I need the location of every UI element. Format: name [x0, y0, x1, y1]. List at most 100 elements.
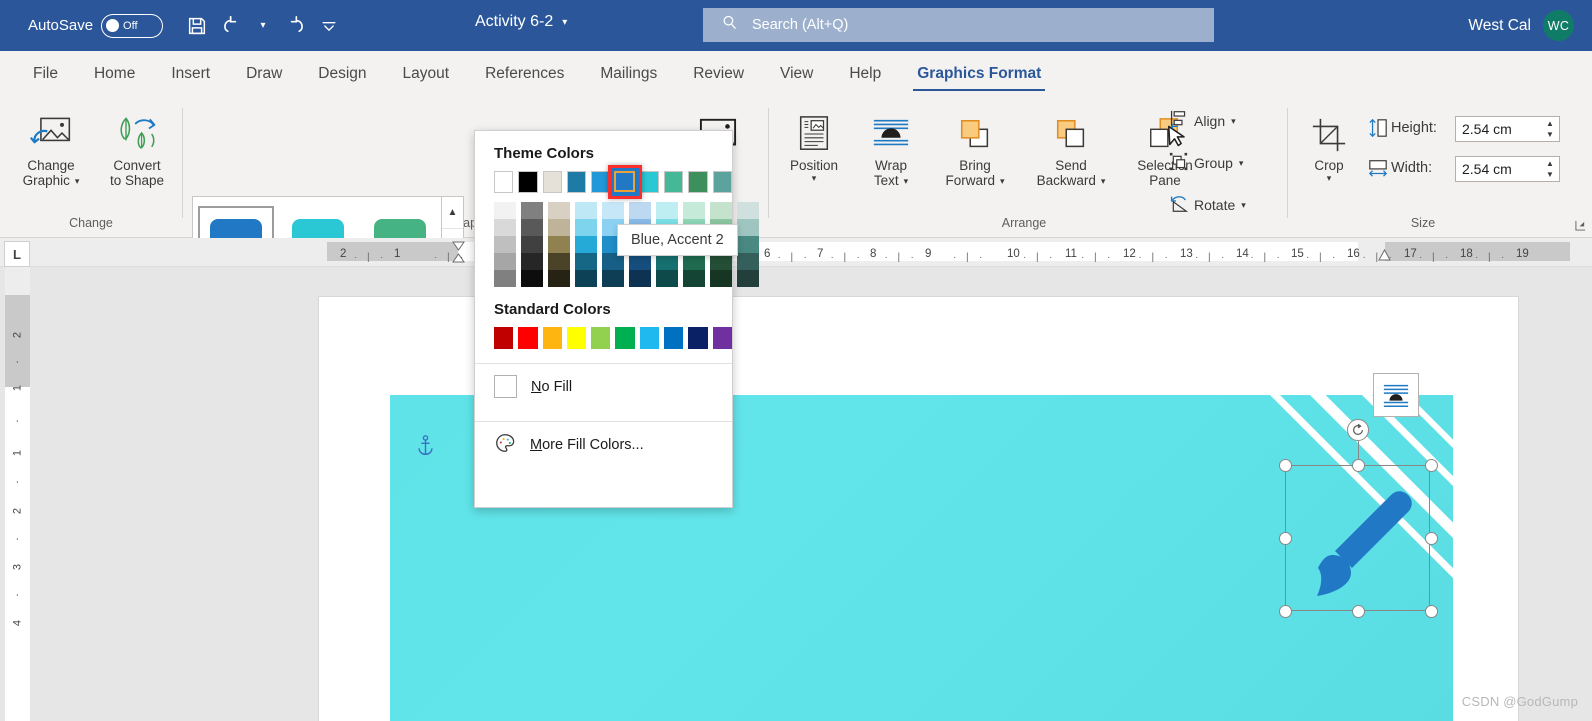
theme-tint-swatch-9-3[interactable]: [737, 253, 759, 270]
tab-help[interactable]: Help: [831, 51, 899, 96]
tab-review[interactable]: Review: [675, 51, 762, 96]
theme-tint-swatch-1-3[interactable]: [521, 253, 543, 270]
theme-tint-swatch-3-2[interactable]: [575, 236, 597, 253]
theme-tint-swatch-0-2[interactable]: [494, 236, 516, 253]
theme-tint-swatch-0-0[interactable]: [494, 202, 516, 219]
avatar[interactable]: WC: [1543, 10, 1574, 41]
theme-tint-swatch-7-0[interactable]: [683, 202, 705, 219]
theme-tint-swatch-1-0[interactable]: [521, 202, 543, 219]
autosave-toggle[interactable]: Off: [101, 13, 164, 38]
chevron-down-icon[interactable]: ▾: [1101, 176, 1106, 186]
crop-button[interactable]: Crop ▾: [1301, 108, 1357, 183]
chevron-down-icon[interactable]: ▾: [904, 176, 909, 186]
theme-color-swatch-9[interactable]: [712, 171, 732, 193]
theme-color-swatch-0[interactable]: [494, 171, 514, 193]
resize-handle-bottom-left[interactable]: [1279, 605, 1292, 618]
theme-tint-swatch-3-1[interactable]: [575, 219, 597, 236]
resize-handle-top-right[interactable]: [1425, 459, 1438, 472]
resize-handle-top-left[interactable]: [1279, 459, 1292, 472]
right-indent-marker[interactable]: [1378, 248, 1391, 267]
position-button[interactable]: Position ▾: [778, 108, 850, 183]
standard-color-swatch-9[interactable]: [712, 327, 732, 349]
standard-color-swatch-1[interactable]: [518, 327, 538, 349]
no-fill-menu-item[interactable]: No Fill: [475, 364, 732, 409]
tab-home[interactable]: Home: [76, 51, 153, 96]
resize-handle-bottom-center[interactable]: [1352, 605, 1365, 618]
bring-forward-button[interactable]: Bring Forward ▾: [929, 108, 1021, 188]
rotate-button[interactable]: Rotate ▾: [1169, 194, 1246, 216]
customize-qat-icon[interactable]: [312, 9, 346, 43]
theme-tint-swatch-4-4[interactable]: [602, 270, 624, 287]
wrap-text-button[interactable]: Wrap Text ▾: [855, 108, 927, 188]
stepper-down-icon[interactable]: ▼: [1546, 170, 1554, 179]
chevron-down-icon[interactable]: ▾: [1000, 176, 1005, 186]
resize-handle-middle-right[interactable]: [1425, 532, 1438, 545]
standard-color-swatch-0[interactable]: [494, 327, 514, 349]
chevron-down-icon[interactable]: ▾: [1231, 116, 1236, 127]
theme-tint-swatch-5-0[interactable]: [629, 202, 651, 219]
chevron-down-icon[interactable]: ▾: [1327, 173, 1332, 183]
standard-color-swatch-4[interactable]: [591, 327, 611, 349]
theme-color-swatch-2[interactable]: [542, 171, 562, 193]
align-button[interactable]: Align ▾: [1169, 110, 1236, 132]
theme-tint-swatch-9-4[interactable]: [737, 270, 759, 287]
selection-frame[interactable]: [1279, 419, 1438, 618]
tab-insert[interactable]: Insert: [153, 51, 228, 96]
theme-tint-swatch-9-2[interactable]: [737, 236, 759, 253]
standard-color-swatch-5[interactable]: [615, 327, 635, 349]
standard-color-swatch-6[interactable]: [639, 327, 660, 349]
theme-color-swatch-1[interactable]: [518, 171, 538, 193]
tab-file[interactable]: File: [15, 51, 76, 96]
save-icon[interactable]: [180, 9, 214, 43]
theme-tint-swatch-5-4[interactable]: [629, 270, 651, 287]
redo-icon[interactable]: [275, 9, 309, 43]
horizontal-ruler[interactable]: 2·|·1·|·1·|·2·|·3·|·4·|·5·|·6·|·7·|·8·|·…: [0, 238, 1592, 267]
theme-color-swatch-5[interactable]: [615, 171, 635, 193]
theme-tint-swatch-7-4[interactable]: [683, 270, 705, 287]
theme-color-swatch-8[interactable]: [688, 171, 708, 193]
theme-tint-swatch-6-0[interactable]: [656, 202, 678, 219]
theme-tint-swatch-8-0[interactable]: [710, 202, 732, 219]
standard-color-swatch-3[interactable]: [566, 327, 587, 349]
standard-color-swatch-2[interactable]: [542, 327, 562, 349]
tab-graphics-format[interactable]: Graphics Format: [899, 51, 1059, 96]
more-fill-colors-menu-item[interactable]: More Fill Colors...: [475, 422, 732, 467]
chevron-down-icon[interactable]: ▾: [1241, 200, 1246, 211]
vertical-ruler[interactable]: 2 · 1 · 1 · 2 · 3 · 4: [5, 267, 30, 721]
tab-design[interactable]: Design: [300, 51, 384, 96]
size-dialog-launcher[interactable]: [1575, 220, 1586, 234]
resize-handle-middle-left[interactable]: [1279, 532, 1292, 545]
theme-tint-swatch-3-0[interactable]: [575, 202, 597, 219]
group-button[interactable]: Group ▾: [1169, 152, 1243, 174]
standard-color-swatch-8[interactable]: [688, 327, 708, 349]
height-field[interactable]: 2.54 cm ▲ ▼: [1455, 116, 1560, 142]
theme-tint-swatch-2-2[interactable]: [548, 236, 570, 253]
document-title-button[interactable]: Activity 6-2 ▾: [475, 13, 567, 31]
theme-tint-swatch-0-3[interactable]: [494, 253, 516, 270]
height-stepper[interactable]: ▲ ▼: [1543, 118, 1557, 140]
change-graphic-button[interactable]: Change Graphic ▾: [8, 108, 94, 188]
theme-tint-swatch-0-4[interactable]: [494, 270, 516, 287]
theme-tint-swatch-1-4[interactable]: [521, 270, 543, 287]
layout-options-button[interactable]: [1373, 373, 1419, 417]
theme-tint-swatch-2-3[interactable]: [548, 253, 570, 270]
chevron-down-icon[interactable]: ▾: [812, 173, 817, 183]
theme-tint-swatch-1-1[interactable]: [521, 219, 543, 236]
convert-to-shape-button[interactable]: Convert to Shape: [96, 108, 178, 188]
theme-tint-swatch-6-4[interactable]: [656, 270, 678, 287]
search-input[interactable]: Search (Alt+Q): [703, 8, 1214, 42]
rotate-handle[interactable]: [1346, 419, 1369, 441]
resize-handle-top-center[interactable]: [1352, 459, 1365, 472]
theme-color-swatch-6[interactable]: [639, 171, 660, 193]
tab-draw[interactable]: Draw: [228, 51, 300, 96]
stepper-up-icon[interactable]: ▲: [1546, 159, 1554, 168]
chevron-down-icon[interactable]: ▾: [1239, 158, 1244, 169]
undo-icon[interactable]: [217, 9, 251, 43]
document-area[interactable]: CSDN @GodGump: [30, 267, 1592, 721]
chevron-down-icon[interactable]: ▾: [562, 17, 567, 28]
width-field[interactable]: 2.54 cm ▲ ▼: [1455, 156, 1560, 182]
stepper-down-icon[interactable]: ▼: [1546, 130, 1554, 139]
undo-chevron-down-icon[interactable]: ▾: [254, 9, 272, 43]
theme-tint-swatch-2-1[interactable]: [548, 219, 570, 236]
tab-layout[interactable]: Layout: [385, 51, 468, 96]
